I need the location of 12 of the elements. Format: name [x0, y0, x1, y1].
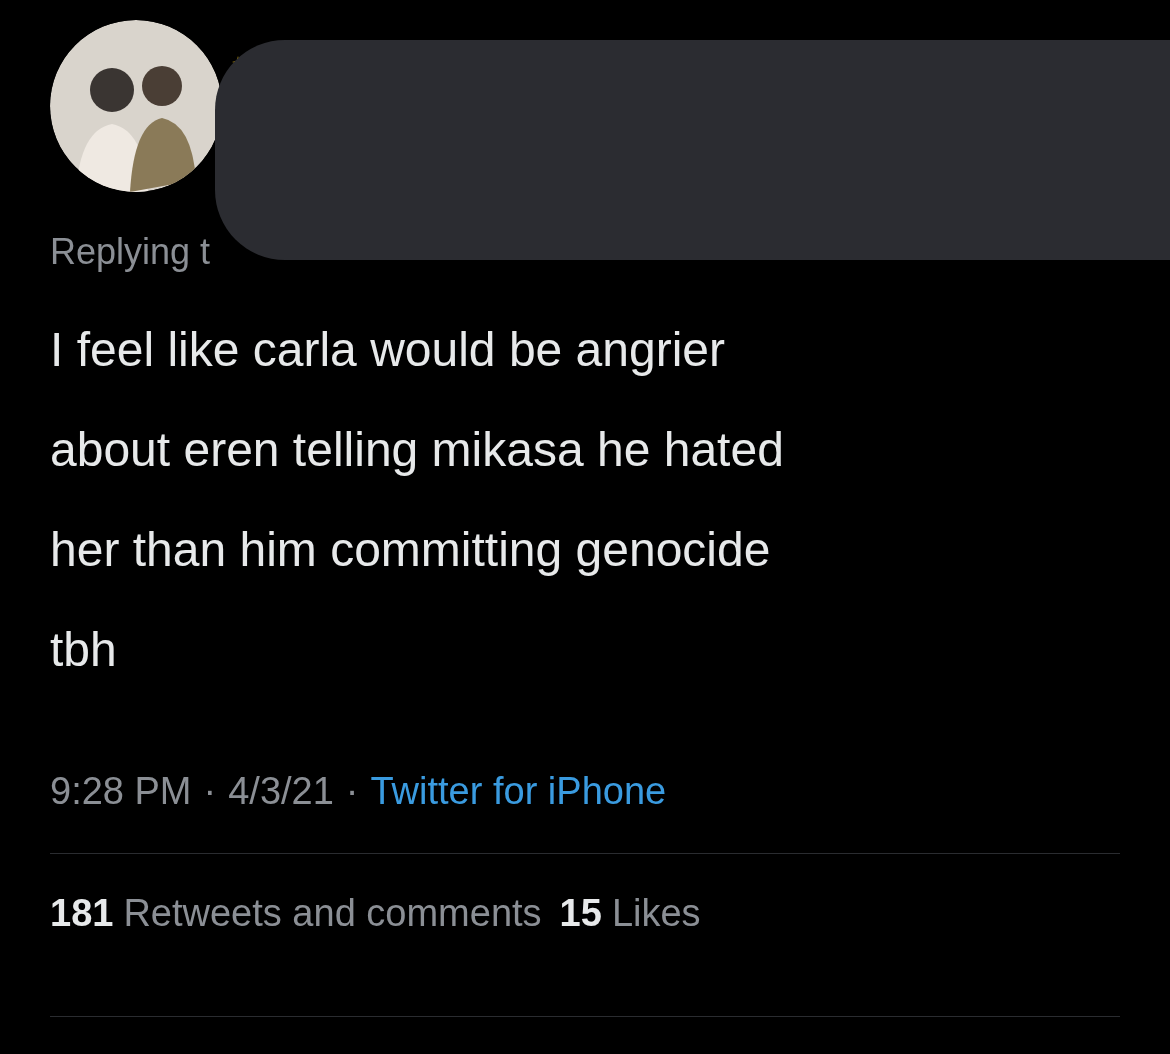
- stat-count: 181: [50, 892, 114, 936]
- stat-label[interactable]: Retweets and comments: [123, 892, 542, 976]
- tweet-text: I feel like carla would be angrier about eren telling mikasa he hated her than him committing genocide tbh: [50, 322, 785, 678]
- avatar[interactable]: [50, 20, 222, 192]
- timestamp-text: 4/3/21: [228, 770, 334, 813]
- separator-dot: ·: [203, 770, 217, 813]
- source-link[interactable]: Twitter for iPhone: [370, 770, 667, 813]
- replying-to-text: Replying t: [50, 230, 212, 274]
- timestamp-text: 9:28 PM: [50, 770, 192, 813]
- stat-label[interactable]: Likes: [611, 892, 701, 976]
- stat-count: 15: [559, 892, 602, 936]
- separator-dot: ·: [345, 770, 359, 813]
